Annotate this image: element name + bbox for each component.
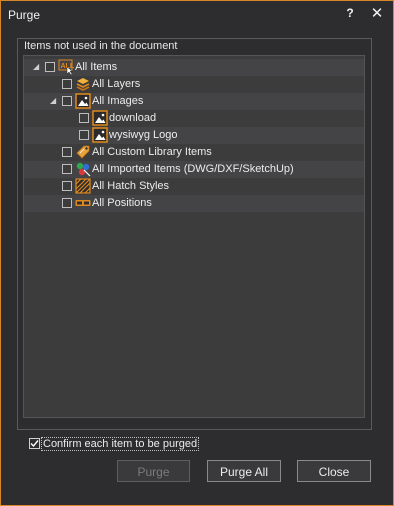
purge-all-button[interactable]: Purge All <box>207 460 281 482</box>
expanded-arrow-icon[interactable]: ◢ <box>33 62 41 72</box>
close-icon[interactable]: ✕ <box>369 6 385 22</box>
tree-checkbox[interactable] <box>62 147 72 157</box>
tree-item-label: All Layers <box>92 78 141 90</box>
tree-item-all-items[interactable]: ◢ ALL All Items <box>24 59 364 76</box>
items-group-label: Items not used in the document <box>24 40 178 52</box>
tree-checkbox[interactable] <box>79 113 89 123</box>
items-tree[interactable]: ◢ ALL All Items All Layers ◢ All Images … <box>23 55 365 418</box>
tree-item-label: All Custom Library Items <box>92 146 212 158</box>
tree-checkbox[interactable] <box>62 181 72 191</box>
all-items-icon: ALL <box>58 59 75 76</box>
tree-item-download[interactable]: download <box>24 110 364 127</box>
confirm-checkbox[interactable] <box>29 438 40 449</box>
tree-item-label: wysiwyg Logo <box>109 129 178 141</box>
tree-item-label: All Positions <box>92 197 152 209</box>
tree-item-label: download <box>109 112 157 124</box>
tree-item-wysiwyg-logo[interactable]: wysiwyg Logo <box>24 127 364 144</box>
library-tag-icon <box>75 144 91 160</box>
tree-item-label: All Imported Items (DWG/DXF/SketchUp) <box>92 163 294 175</box>
tree-checkbox[interactable] <box>45 62 55 72</box>
purge-dialog: Purge ? ✕ Items not used in the document… <box>0 0 394 506</box>
image-icon <box>75 93 91 109</box>
image-icon <box>92 110 108 126</box>
confirm-checkbox-label[interactable]: Confirm each item to be purged <box>41 437 200 451</box>
hatch-icon <box>75 178 91 194</box>
image-icon <box>92 127 108 143</box>
tree-item-label: All Images <box>92 95 144 107</box>
tree-item-hatch-styles[interactable]: All Hatch Styles <box>24 178 364 195</box>
tree-item-all-layers[interactable]: All Layers <box>24 76 364 93</box>
window-title: Purge <box>8 8 41 22</box>
title-bar[interactable]: Purge ? ✕ <box>1 1 393 29</box>
tree-item-imported[interactable]: All Imported Items (DWG/DXF/SketchUp) <box>24 161 364 178</box>
tree-item-positions[interactable]: All Positions <box>24 195 364 212</box>
position-icon <box>75 195 91 211</box>
tree-checkbox[interactable] <box>79 130 89 140</box>
expanded-arrow-icon[interactable]: ◢ <box>50 96 58 106</box>
purge-button[interactable]: Purge <box>117 460 190 482</box>
close-button[interactable]: Close <box>297 460 371 482</box>
tree-item-label: All Items <box>75 61 118 73</box>
tree-checkbox[interactable] <box>62 198 72 208</box>
tree-checkbox[interactable] <box>62 164 72 174</box>
tree-checkbox[interactable] <box>62 79 72 89</box>
imported-items-icon <box>75 161 91 177</box>
tree-item-label: All Hatch Styles <box>92 180 170 192</box>
tree-item-custom-library[interactable]: All Custom Library Items <box>24 144 364 161</box>
help-button[interactable]: ? <box>343 6 357 22</box>
layers-icon <box>75 76 91 92</box>
tree-checkbox[interactable] <box>62 96 72 106</box>
tree-item-all-images[interactable]: ◢ All Images <box>24 93 364 110</box>
